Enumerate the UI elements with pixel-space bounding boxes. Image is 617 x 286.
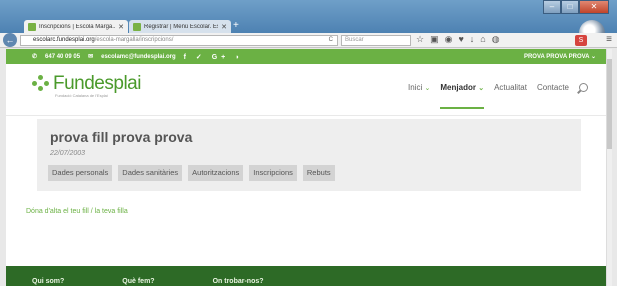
child-birthdate: 22/07/2003	[50, 150, 86, 157]
addon-badge-icon[interactable]: S	[575, 35, 587, 46]
logo-subtitle: Fundació Catalana de l'Esplai	[55, 93, 108, 98]
address-bar[interactable]: escolarc.fundesplai.org/escola-margalla/…	[20, 35, 338, 46]
download-icon[interactable]: ↓	[470, 34, 475, 45]
star-icon[interactable]: ☆	[416, 34, 424, 45]
browser-toolbar: ☆ ▣ ◉ ♥ ↓ ⌂ ◍	[416, 34, 500, 45]
child-tabs: Dades personals Dades sanitàries Autorit…	[48, 165, 335, 181]
tab-title: Registrar | Menú Escolar. Esc...	[144, 24, 218, 30]
add-child-link[interactable]: Dóna d'alta el teu fill / la teva filla	[26, 208, 128, 215]
tab-rebuts[interactable]: Rebuts	[302, 165, 335, 181]
browser-tab-inactive[interactable]: Registrar | Menú Escolar. Esc... ✕	[129, 20, 231, 34]
logo-people-icon	[32, 75, 49, 92]
close-icon[interactable]: ✕	[221, 23, 227, 31]
footer-columns: Qui som? Què fem? On trobar-nos?	[32, 278, 264, 285]
logo-name: Fundesplai	[53, 73, 141, 94]
site-header: Fundesplai Fundació Catalana de l'Esplai…	[6, 64, 612, 116]
browser-tab-active[interactable]: Inscripcions | Escola Marga... ✕	[24, 20, 128, 34]
child-name: prova fill prova prova	[50, 129, 193, 145]
child-panel: prova fill prova prova 22/07/2003 Dades …	[37, 119, 581, 191]
window-controls: – □ ✕	[543, 0, 609, 14]
page-viewport: ✆ 647 40 09 05 ✉ escolamc@fundesplai.org…	[6, 49, 612, 286]
clipboard-icon[interactable]: ▣	[430, 34, 439, 45]
favicon-icon	[28, 23, 36, 31]
nav-item-actualitat[interactable]: Actualitat	[494, 83, 527, 92]
footer-heading-on-trobar-nos: On trobar-nos?	[212, 278, 264, 285]
nav-item-contacte[interactable]: Contacte	[537, 83, 569, 92]
tab-dades-sanitaries[interactable]: Dades sanitàries	[118, 165, 183, 181]
browser-navbar: ← escolarc.fundesplai.org/escola-margall…	[0, 33, 617, 48]
addon-icon[interactable]: ◍	[492, 34, 500, 45]
phone-number[interactable]: 647 40 09 05	[45, 54, 80, 60]
search-icon[interactable]	[579, 83, 588, 92]
nav-item-inici[interactable]: Inici ⌄	[408, 83, 430, 92]
hamburger-menu-icon[interactable]: ≡	[606, 34, 612, 45]
reload-icon[interactable]: C	[329, 36, 333, 45]
browser-search-input[interactable]: Buscar	[341, 35, 411, 46]
chevron-down-icon: ⌄	[424, 85, 431, 92]
minimize-button[interactable]: –	[543, 0, 561, 14]
site-logo[interactable]: Fundesplai Fundació Catalana de l'Esplai	[32, 73, 141, 98]
tab-inscripcions[interactable]: Inscripcions	[249, 165, 297, 181]
site-topbar: ✆ 647 40 09 05 ✉ escolamc@fundesplai.org…	[6, 49, 612, 64]
maximize-button[interactable]: □	[561, 0, 579, 14]
site-footer: Qui som? Què fem? On trobar-nos?	[6, 266, 612, 286]
search-placeholder: Buscar	[345, 37, 364, 43]
email-link[interactable]: escolamc@fundesplai.org	[101, 54, 176, 60]
tab-title: Inscripcions | Escola Marga...	[39, 24, 116, 30]
home-icon[interactable]: ⌂	[480, 34, 485, 45]
pocket-icon[interactable]: ♥	[458, 34, 463, 45]
scrollbar[interactable]	[606, 49, 612, 286]
sync-icon[interactable]: ◉	[445, 34, 453, 45]
tab-autoritzacions[interactable]: Autoritzacions	[188, 165, 244, 181]
scrollbar-thumb[interactable]	[607, 59, 612, 149]
social-icons[interactable]: f ✓ G+ ◗	[184, 53, 244, 61]
favicon-icon	[133, 23, 141, 31]
phone-icon: ✆	[32, 54, 38, 60]
close-icon[interactable]: ✕	[118, 23, 124, 31]
main-navigation: Inici ⌄ Menjador ⌄ Actualitat Contacte	[408, 83, 588, 109]
chevron-down-icon: ⌄	[478, 85, 485, 92]
user-menu[interactable]: PROVA PROVA PROVA ⌄	[524, 53, 596, 60]
nav-item-menjador[interactable]: Menjador ⌄	[440, 83, 485, 109]
new-tab-button[interactable]: +	[233, 20, 239, 32]
url-path: /escola-margalla/inscripcions/	[94, 37, 174, 43]
window-close-button[interactable]: ✕	[579, 0, 609, 14]
tab-dades-personals[interactable]: Dades personals	[48, 165, 113, 181]
mail-icon: ✉	[88, 54, 94, 60]
footer-heading-qui-som: Qui som?	[32, 278, 65, 285]
footer-heading-que-fem: Què fem?	[122, 278, 155, 285]
back-arrow-icon[interactable]: ←	[3, 33, 17, 47]
browser-titlebar: Inscripcions | Escola Marga... ✕ Registr…	[0, 0, 617, 36]
url-host: escolarc.fundesplai.org	[33, 37, 95, 43]
